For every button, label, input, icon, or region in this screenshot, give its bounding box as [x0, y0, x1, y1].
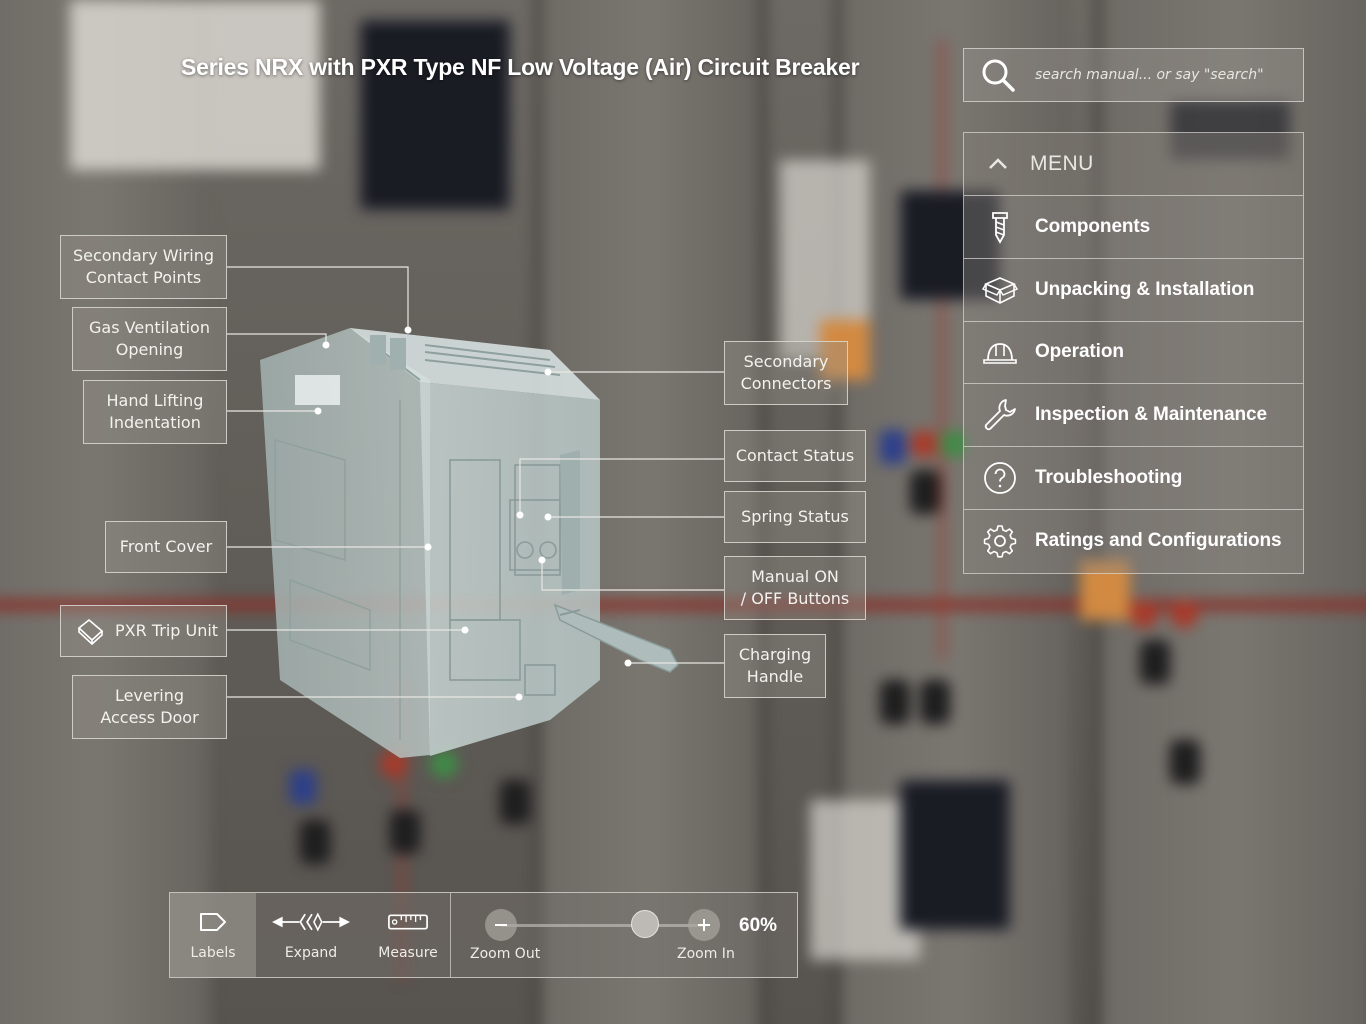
menu-item-label: Troubleshooting [1035, 467, 1183, 489]
main-menu: MENU Components Unpacking & Installation… [963, 132, 1304, 574]
tag-icon [200, 913, 226, 931]
plus-icon [698, 919, 710, 931]
wrench-icon [984, 399, 1016, 431]
labels-button[interactable]: Labels [170, 893, 256, 977]
menu-title: MENU [1030, 152, 1094, 175]
callout-levering-door[interactable]: Levering Access Door [72, 675, 227, 739]
callout-front-cover[interactable]: Front Cover [105, 521, 227, 573]
menu-toggle[interactable]: MENU [964, 133, 1303, 196]
zoom-out-label: Zoom Out [470, 946, 541, 962]
zoom-value: 60% [739, 915, 778, 936]
ruler-icon [388, 914, 428, 930]
view-toolbar: Labels Expand Measure Zoom Out Zoom In 6… [169, 892, 798, 978]
search-input[interactable] [1035, 60, 1303, 90]
screw-icon [992, 211, 1008, 244]
expand-button-label: Expand [284, 945, 338, 961]
minus-icon [495, 924, 507, 926]
chevron-up-icon [989, 158, 1007, 169]
menu-item-label: Components [1035, 215, 1151, 237]
menu-item-label: Unpacking & Installation [1035, 278, 1255, 300]
circuit-breaker-model[interactable] [250, 320, 690, 770]
zoom-in-label: Zoom In [677, 946, 735, 962]
menu-item-inspection[interactable]: Inspection & Maintenance [964, 384, 1303, 448]
menu-item-components[interactable]: Components [964, 196, 1303, 259]
measure-button[interactable]: Measure [366, 893, 450, 977]
menu-item-label: Inspection & Maintenance [1035, 404, 1267, 426]
callout-gas-ventilation[interactable]: Gas Ventilation Opening [72, 307, 227, 371]
callout-secondary-wiring[interactable]: Secondary Wiring Contact Points [60, 235, 227, 299]
callout-manual-buttons[interactable]: Manual ON / OFF Buttons [724, 556, 866, 620]
menu-item-operation[interactable]: Operation [964, 321, 1303, 385]
zoom-in-button[interactable] [688, 909, 720, 941]
callout-label: PXR Trip Unit [115, 621, 219, 640]
menu-item-troubleshooting[interactable]: Troubleshooting [964, 447, 1303, 510]
box-icon [982, 276, 1018, 304]
menu-item-label: Operation [1035, 341, 1124, 363]
hard-hat-icon [983, 343, 1017, 365]
callout-pxr-trip-unit[interactable]: PXR Trip Unit [60, 605, 227, 657]
search-icon[interactable] [980, 57, 1016, 93]
expand-button[interactable]: Expand [256, 893, 366, 977]
zoom-control: Zoom Out Zoom In 60% [450, 893, 797, 977]
labels-button-label: Labels [190, 945, 236, 961]
menu-item-label: Ratings and Configurations [1035, 530, 1282, 552]
callout-hand-lifting[interactable]: Hand Lifting Indentation [83, 380, 227, 444]
callout-contact-status[interactable]: Contact Status [724, 430, 866, 482]
zoom-slider-thumb[interactable] [630, 910, 659, 938]
expand-icon [272, 912, 350, 932]
search-box[interactable] [963, 48, 1304, 102]
page-title: Series NRX with PXR Type NF Low Voltage … [181, 54, 860, 80]
zoom-slider-track[interactable] [501, 924, 706, 927]
menu-item-ratings[interactable]: Ratings and Configurations [964, 509, 1303, 573]
callout-charging-handle[interactable]: Charging Handle [724, 634, 826, 698]
measure-button-label: Measure [378, 945, 438, 961]
zoom-out-button[interactable] [485, 909, 517, 941]
question-circle-icon [984, 462, 1016, 494]
callout-spring-status[interactable]: Spring Status [724, 491, 866, 543]
gear-icon [983, 525, 1017, 558]
book-icon [77, 618, 104, 646]
menu-item-unpacking[interactable]: Unpacking & Installation [964, 258, 1303, 322]
callout-secondary-connectors[interactable]: Secondary Connectors [724, 341, 848, 405]
